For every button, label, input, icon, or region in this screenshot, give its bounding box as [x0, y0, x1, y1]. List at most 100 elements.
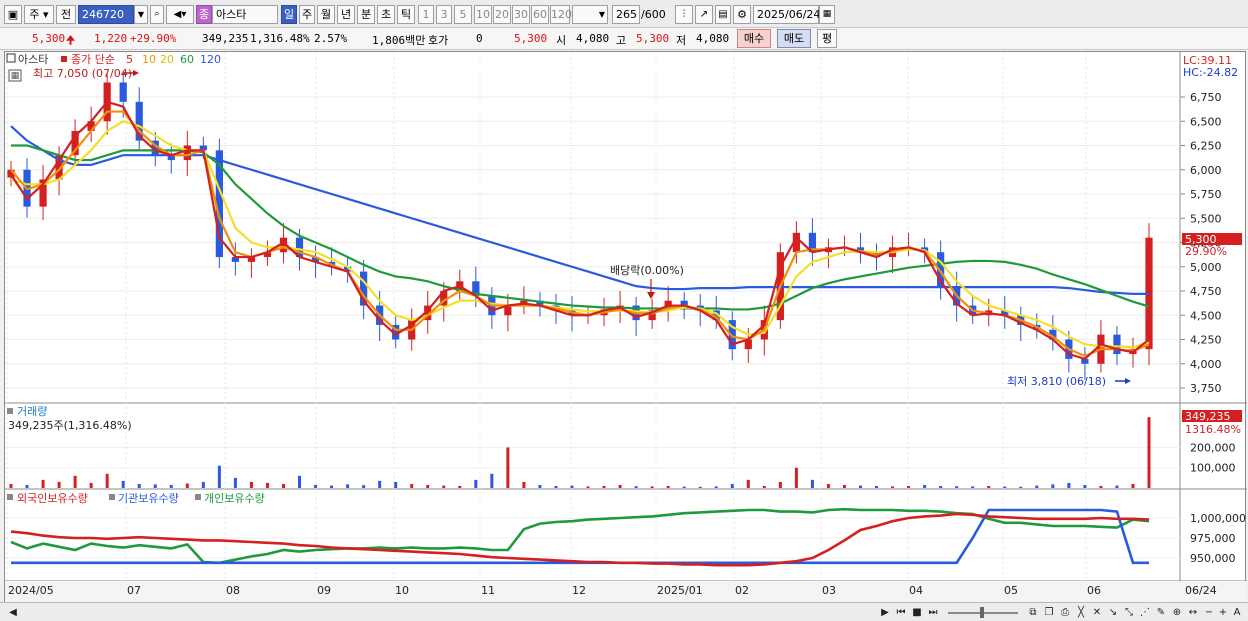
volume-title: 거래량 — [17, 405, 47, 418]
volume-bar — [1147, 417, 1151, 488]
candle-body — [1113, 334, 1121, 355]
diagonal-icon[interactable]: ⤡ — [1122, 606, 1136, 619]
prev-button[interactable]: 전 — [56, 5, 76, 24]
period-minute[interactable]: 분 — [357, 5, 375, 24]
y-axis-label: 4,500 — [1190, 309, 1222, 322]
period-year[interactable]: 년 — [337, 5, 355, 24]
hoga-label: 호가 — [428, 34, 449, 47]
y-axis-label: 4,250 — [1190, 334, 1222, 347]
y-axis-label: 6,500 — [1190, 115, 1222, 128]
zoom-in-icon[interactable]: + — [1216, 606, 1230, 619]
save-icon[interactable]: ▤ — [715, 5, 731, 24]
period-second[interactable]: 초 — [377, 5, 395, 24]
period-tick[interactable]: 틱 — [397, 5, 415, 24]
arrow-draw-icon[interactable]: ↘ — [1106, 606, 1120, 619]
period-day[interactable]: 일 — [281, 5, 297, 24]
fast-forward-icon[interactable]: ⏭ — [926, 606, 940, 619]
copy-icon[interactable]: ❐ — [1042, 606, 1056, 619]
font-size-icon[interactable]: A — [1230, 606, 1244, 619]
window-icon[interactable]: ▣ — [4, 5, 22, 24]
volume-bar — [362, 485, 366, 488]
stock-name-field[interactable]: 아스타 — [212, 5, 278, 24]
pan-icon[interactable]: ↔ — [1186, 606, 1200, 619]
open-label: 시 — [556, 34, 567, 47]
pct-tag: 29.90% — [1185, 245, 1227, 258]
zoom-box-icon[interactable]: ⧉ — [1026, 606, 1040, 619]
price-panel[interactable] — [5, 52, 1180, 403]
volume-bar — [458, 485, 462, 488]
chart-svg[interactable]: 6,7506,5006,2506,0005,7505,5005,2505,000… — [5, 52, 1247, 603]
grid-table-glyph: ▦ — [11, 71, 20, 81]
low-annotation: 최저 3,810 (06/18) — [1007, 375, 1106, 388]
interval-60[interactable]: 60 — [531, 5, 549, 24]
legend-foreign: 외국인보유수량 — [17, 492, 88, 505]
volume-bar — [1067, 482, 1071, 488]
calendar-icon[interactable]: ▦ — [819, 5, 835, 24]
volume-bar — [746, 479, 750, 488]
chart-area[interactable]: 6,7506,5006,2506,0005,7505,5005,2505,000… — [4, 51, 1247, 603]
interval-3[interactable]: 3 — [436, 5, 452, 24]
fan-icon[interactable]: ⋰ — [1138, 606, 1152, 619]
buy-button[interactable]: 매수 — [737, 29, 771, 48]
volume-bar — [137, 483, 141, 488]
trend-line-icon[interactable]: ╳ — [1074, 606, 1088, 619]
scroll-left-icon[interactable]: ◀ — [6, 606, 20, 619]
sell-button[interactable]: 매도 — [777, 29, 811, 48]
indicator-icon[interactable]: ↗ — [695, 5, 713, 24]
period-month[interactable]: 월 — [317, 5, 335, 24]
zoom-slider-handle[interactable] — [980, 607, 984, 618]
dividend-annotation: 배당락(0.00%) — [610, 264, 684, 277]
volume-bar — [506, 447, 510, 488]
interval-120[interactable]: 120 — [550, 5, 572, 24]
interval-20[interactable]: 20 — [493, 5, 511, 24]
interval-5[interactable]: 5 — [454, 5, 472, 24]
count-input[interactable]: 265 — [612, 5, 640, 24]
date-input[interactable]: 2025/06/24 — [753, 5, 820, 24]
magnet-icon[interactable]: ⊕ — [1170, 606, 1184, 619]
period-week[interactable]: 주 — [299, 5, 315, 24]
scroll-right-icon[interactable]: ▶ — [878, 606, 892, 619]
y-axis-label: 5,750 — [1190, 188, 1222, 201]
volume-tag: 349,235 — [1185, 410, 1231, 423]
volume-value: 349,235 — [202, 32, 249, 45]
interval-10[interactable]: 10 — [474, 5, 492, 24]
gear-icon[interactable]: ⚙ — [733, 5, 751, 24]
volume-pct-tag: 1316.48% — [1185, 423, 1241, 436]
volume-bar — [666, 485, 670, 488]
x-axis-label: 12 — [572, 584, 586, 597]
low-price: 4,080 — [696, 32, 730, 45]
zoom-out-icon[interactable]: − — [1202, 606, 1216, 619]
volume-bar — [281, 483, 285, 488]
candle-type-icon[interactable]: ⫶ — [675, 5, 693, 24]
holding-panel-icon[interactable] — [7, 494, 13, 500]
y-axis-label: 5,500 — [1190, 212, 1222, 225]
volume-bar — [634, 486, 638, 488]
legend-individual: 개인보유수량 — [204, 492, 265, 505]
stock-code-input[interactable]: 246720 — [78, 5, 134, 24]
rewind-icon[interactable]: ⏮ — [894, 606, 908, 619]
volume-bar — [858, 485, 862, 488]
volume-bar — [153, 484, 157, 488]
legend-bullet-icon — [195, 494, 201, 500]
brush-icon[interactable]: ✎ — [1154, 606, 1168, 619]
volume-bar — [618, 484, 622, 488]
avg-button[interactable]: 평 — [817, 29, 837, 48]
interval-1[interactable]: 1 — [418, 5, 434, 24]
volume-bar — [233, 477, 237, 488]
code-dropdown-icon[interactable]: ▼ — [134, 5, 148, 24]
interval-dropdown[interactable]: ▼ — [572, 5, 608, 24]
y-axis-label: 1,000,000 — [1190, 512, 1246, 525]
search-icon[interactable]: ⌕ — [150, 5, 164, 24]
volume-bar — [650, 486, 654, 488]
bottom-scrollbar[interactable]: ◀ ▶ ⏮ ■ ⏭ ⧉ ❐ ⎙ ╳ ✕ ↘ ⤡ ⋰ ✎ ⊕ ↔ − + A — [0, 602, 1248, 621]
print-icon[interactable]: ⎙ — [1058, 606, 1072, 619]
volume-panel-icon[interactable] — [7, 408, 13, 414]
cross-icon[interactable]: ✕ — [1090, 606, 1104, 619]
stop-icon[interactable]: ■ — [910, 606, 924, 619]
speaker-icon[interactable]: ◀▾ — [166, 5, 194, 24]
y-axis-label: 5,000 — [1190, 261, 1222, 274]
volume-ratio: 1,316.48% — [250, 32, 310, 45]
interval-30[interactable]: 30 — [512, 5, 530, 24]
market-select[interactable]: 주 ▾ — [24, 5, 54, 24]
volume-bar — [714, 486, 718, 488]
